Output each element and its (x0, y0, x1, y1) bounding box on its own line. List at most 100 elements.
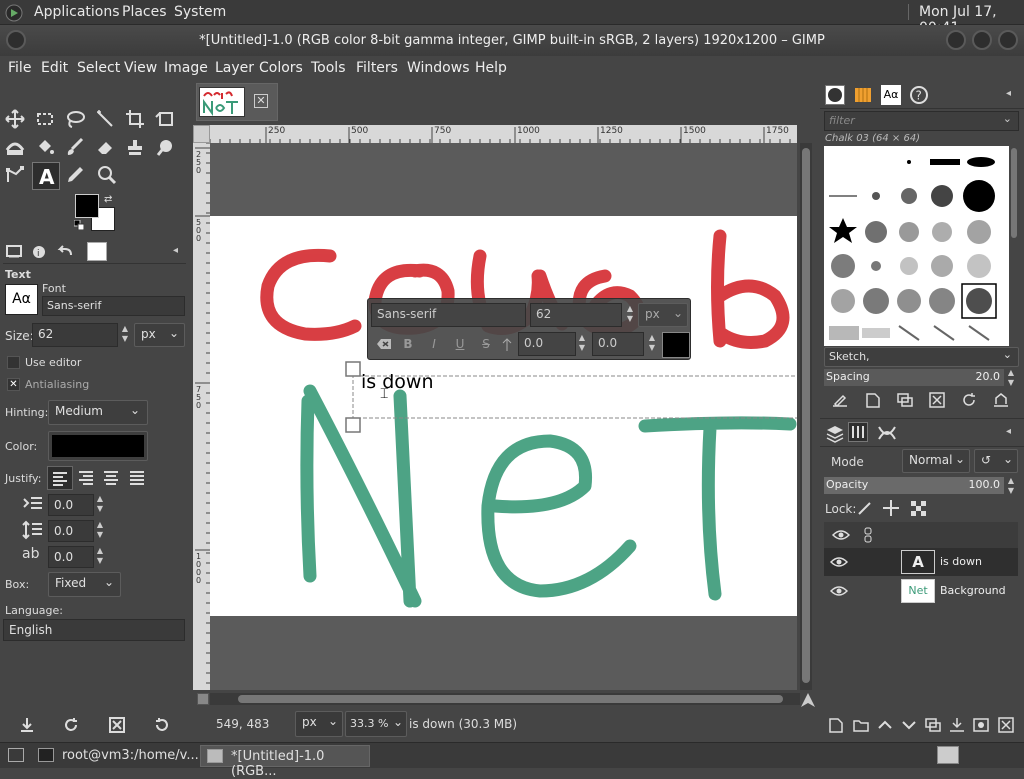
eraser-tool-icon[interactable] (94, 136, 118, 160)
letter-spacing-spin-buttons[interactable]: ▲ ▼ (94, 546, 106, 568)
merge-down-icon[interactable] (948, 717, 966, 733)
menu-help[interactable]: Help (475, 60, 507, 76)
image-canvas[interactable]: is down ⌶ (210, 216, 797, 616)
size-unit-select[interactable]: px ⌄ (134, 323, 185, 347)
brush-grid-scrollbar[interactable] (1011, 148, 1017, 238)
layer-mode-select[interactable]: Normal ⌄ (902, 449, 970, 473)
underline-icon[interactable]: U (448, 332, 472, 356)
menu-windows[interactable]: Windows (407, 60, 470, 76)
text-color-button[interactable] (48, 431, 148, 461)
workspace-switcher[interactable] (937, 746, 959, 764)
use-editor-checkbox[interactable] (7, 356, 20, 369)
layer-name[interactable]: is down (940, 555, 982, 568)
vertical-scrollbar[interactable] (800, 143, 812, 690)
layer-visibility-eye-icon[interactable] (830, 555, 848, 569)
clone-tool-icon[interactable] (124, 136, 148, 160)
spacing-slider[interactable]: Spacing 20.0 (824, 369, 1004, 386)
justify-center-icon[interactable] (99, 466, 123, 490)
fonts-tab-icon[interactable]: Aα (881, 85, 901, 105)
brush-tag-select[interactable]: Sketch, ⌄ (824, 347, 1019, 367)
toolbox-font-field[interactable]: Sans-serif (371, 303, 526, 327)
font-field[interactable]: Sans-serif (42, 296, 185, 316)
configure-tab-icon[interactable]: ◂ (1006, 426, 1011, 437)
menu-select[interactable]: Select (77, 60, 120, 76)
menu-view[interactable]: View (124, 60, 157, 76)
indent-spin-buttons[interactable]: ▲ ▼ (94, 494, 106, 516)
paintbrush-tool-icon[interactable] (64, 136, 88, 160)
box-select[interactable]: Fixed ⌄ (48, 572, 121, 597)
images-tab-thumbnail[interactable] (87, 242, 107, 261)
close-window-button[interactable] (998, 30, 1018, 50)
kerning-field[interactable]: 0.0 (592, 332, 644, 356)
brush-grid[interactable] (824, 146, 1009, 346)
zoom-select[interactable]: 33.3 % ⌄ (345, 711, 407, 737)
menu-places[interactable]: Places (122, 4, 167, 20)
navigate-icon[interactable] (800, 692, 816, 708)
size-spin-buttons[interactable]: ▲ ▼ (119, 324, 131, 346)
minimize-button[interactable] (946, 30, 966, 50)
brushes-tab-icon[interactable] (825, 85, 845, 105)
delete-options-icon[interactable] (108, 716, 126, 734)
close-tab-icon[interactable]: ✕ (254, 94, 268, 108)
maximize-button[interactable] (972, 30, 992, 50)
horizontal-ruler[interactable]: 250 500 750 1000 1250 1500 1750 (210, 125, 797, 143)
default-colors-icon[interactable] (74, 220, 84, 230)
fuzzy-select-tool-icon[interactable] (94, 108, 118, 132)
toolbox-size-field[interactable]: 62 (530, 303, 622, 327)
layer-mask-icon[interactable] (972, 717, 990, 733)
canvas-text-layer[interactable]: is down (361, 371, 433, 393)
crop-tool-icon[interactable] (124, 108, 148, 132)
new-layer-icon[interactable] (827, 717, 845, 733)
image-tab[interactable]: ✕ (196, 83, 278, 121)
toolbox-size-spin[interactable]: ▲ ▼ (624, 304, 636, 326)
foreground-color-swatch[interactable] (75, 194, 99, 218)
strikethrough-icon[interactable]: S (474, 332, 498, 356)
zoom-image-toggle-icon[interactable] (197, 693, 209, 705)
font-preview-icon[interactable]: Aα (5, 284, 38, 315)
menu-applications[interactable]: Applications (34, 4, 120, 20)
channels-tab-icon[interactable] (848, 422, 868, 442)
bucket-fill-tool-icon[interactable] (34, 136, 58, 160)
opacity-spin[interactable]: ▲ ▼ (1005, 476, 1017, 495)
letter-spacing-field[interactable]: 0.0 (48, 546, 94, 568)
line-spacing-field[interactable]: 0.0 (48, 520, 94, 542)
duplicate-brush-icon[interactable] (896, 392, 914, 408)
patterns-tab-icon[interactable] (853, 85, 873, 105)
menu-filters[interactable]: Filters (356, 60, 398, 76)
horizontal-scrollbar[interactable] (210, 693, 800, 705)
distro-logo-icon[interactable] (5, 4, 23, 22)
configure-tab-icon[interactable]: ◂ (1006, 88, 1011, 99)
opacity-slider[interactable]: Opacity 100.0 (824, 477, 1004, 494)
lower-layer-icon[interactable] (900, 717, 918, 733)
tool-options-tab-icon[interactable] (5, 243, 25, 261)
device-status-tab-icon[interactable]: i (31, 243, 51, 261)
restore-options-icon[interactable] (62, 716, 80, 734)
lock-position-icon[interactable] (882, 499, 900, 517)
taskbar-gimp[interactable]: *[Untitled]-1.0 (RGB... (200, 745, 370, 779)
vertical-ruler[interactable]: 2 5 0 5 0 0 7 5 0 1 0 0 0 (193, 143, 210, 690)
indent-field[interactable]: 0.0 (48, 494, 94, 516)
hinting-select[interactable]: Medium ⌄ (48, 400, 148, 425)
vertical-scroll-thumb[interactable] (802, 148, 810, 683)
spacing-spin[interactable]: ▲ ▼ (1005, 368, 1017, 387)
rect-select-tool-icon[interactable] (34, 108, 58, 132)
duplicate-layer-icon[interactable] (924, 717, 942, 733)
quick-mask-corner[interactable] (193, 125, 210, 143)
justify-left-icon[interactable] (47, 466, 73, 490)
text-tool-icon[interactable]: A (32, 162, 60, 190)
clear-style-icon[interactable] (371, 332, 395, 356)
menu-edit[interactable]: Edit (41, 60, 68, 76)
status-unit-select[interactable]: px ⌄ (295, 711, 343, 737)
swap-colors-icon[interactable]: ⇄ (104, 194, 112, 205)
zoom-tool-icon[interactable] (96, 164, 120, 188)
refresh-brushes-icon[interactable] (960, 392, 978, 408)
italic-icon[interactable]: I (422, 332, 446, 356)
delete-layer-icon[interactable] (997, 717, 1015, 733)
menu-file[interactable]: File (8, 60, 31, 76)
taskbar-terminal[interactable]: root@vm3:/home/v... (32, 745, 205, 767)
menu-tools[interactable]: Tools (311, 60, 346, 76)
menu-layer[interactable]: Layer (215, 60, 254, 76)
paths-tab-icon[interactable] (877, 423, 897, 443)
lock-alpha-icon[interactable] (909, 499, 927, 517)
new-brush-icon[interactable] (864, 392, 882, 408)
